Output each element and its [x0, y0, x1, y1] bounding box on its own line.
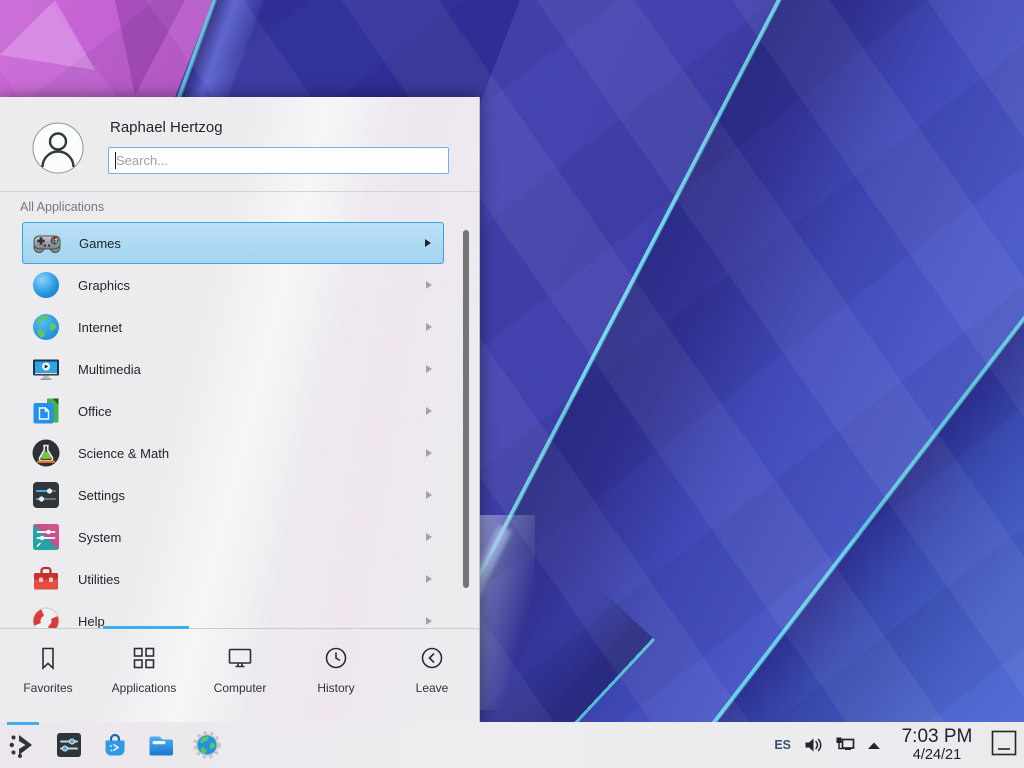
bookmark-icon [34, 644, 62, 672]
category-label: Office [78, 404, 112, 419]
clock[interactable]: 7:03 PM 4/24/21 [897, 727, 977, 763]
tab-label: Applications [112, 681, 177, 695]
office-icon [30, 395, 62, 427]
file-manager-button[interactable] [146, 730, 176, 760]
user-name: Raphael Hertzog [110, 119, 223, 136]
submenu-arrow-icon [426, 365, 432, 373]
submenu-arrow-icon [426, 533, 432, 541]
tab-leave[interactable]: Leave [384, 629, 480, 721]
application-launcher-menu: Raphael Hertzog All Applications [0, 97, 480, 722]
show-desktop-icon [991, 730, 1017, 756]
keyboard-layout-indicator[interactable]: ES [774, 738, 791, 752]
tab-history[interactable]: History [288, 629, 384, 721]
tab-label: Leave [416, 681, 449, 695]
tab-label: Computer [214, 681, 267, 695]
category-row-science-math[interactable]: Science & Math [22, 432, 444, 474]
system-icon [30, 521, 62, 553]
category-row-office[interactable]: Office [22, 390, 444, 432]
taskbar: ES 7:03 PM [0, 722, 1024, 768]
show-desktop-button[interactable] [989, 730, 1017, 761]
leave-icon [418, 644, 446, 672]
category-label: Utilities [78, 572, 120, 587]
list-scrollbar[interactable] [463, 230, 469, 588]
clock-time: 7:03 PM [897, 727, 977, 747]
tab-applications[interactable]: Applications [96, 629, 192, 721]
category-row-utilities[interactable]: Utilities [22, 558, 444, 600]
utilities-icon [30, 563, 62, 595]
graphics-icon [30, 269, 62, 301]
settings-icon [30, 479, 62, 511]
all-applications-label: All Applications [20, 200, 104, 214]
submenu-arrow-icon [425, 239, 431, 247]
tray-expander-button[interactable] [867, 741, 881, 750]
science-icon [30, 437, 62, 469]
tab-favorites[interactable]: Favorites [0, 629, 96, 721]
submenu-arrow-icon [426, 281, 432, 289]
submenu-arrow-icon [426, 575, 432, 583]
system-tray: ES 7:03 PM [774, 722, 1024, 768]
history-clock-icon [322, 644, 350, 672]
category-label: Science & Math [78, 446, 169, 461]
network-button[interactable] [835, 735, 855, 755]
computer-icon [226, 644, 254, 672]
web-browser-button[interactable] [192, 730, 222, 760]
category-row-help[interactable]: Help [22, 600, 444, 628]
category-row-settings[interactable]: Settings [22, 474, 444, 516]
category-label: Help [78, 614, 105, 629]
category-label: Internet [78, 320, 122, 335]
category-row-internet[interactable]: Internet [22, 306, 444, 348]
internet-icon [30, 311, 62, 343]
speaker-icon [803, 735, 823, 755]
tab-computer[interactable]: Computer [192, 629, 288, 721]
desktop: Raphael Hertzog All Applications [0, 0, 1024, 768]
submenu-arrow-icon [426, 617, 432, 625]
text-cursor [115, 152, 116, 169]
help-icon [30, 605, 62, 628]
app-grid-icon [130, 644, 158, 672]
category-label: Multimedia [78, 362, 141, 377]
category-label: Games [79, 236, 121, 251]
volume-button[interactable] [803, 735, 823, 755]
header-separator [0, 191, 479, 192]
category-row-games[interactable]: Games [22, 222, 444, 264]
games-icon [31, 227, 63, 259]
submenu-arrow-icon [426, 491, 432, 499]
clock-date: 4/24/21 [897, 747, 977, 763]
category-row-multimedia[interactable]: Multimedia [22, 348, 444, 390]
category-row-graphics[interactable]: Graphics [22, 264, 444, 306]
globe-gear-icon [192, 730, 222, 760]
category-label: System [78, 530, 121, 545]
discover-bag-icon [100, 730, 130, 760]
tab-label: Favorites [23, 681, 72, 695]
user-avatar[interactable] [32, 122, 84, 174]
wired-network-icon [835, 735, 855, 755]
folder-icon [146, 730, 176, 760]
kickoff-tabbar: Favorites Applications Computer [0, 629, 480, 721]
taskbar-pinned-apps [8, 722, 222, 768]
discover-button[interactable] [100, 730, 130, 760]
search-field [108, 147, 449, 174]
category-label: Settings [78, 488, 125, 503]
search-input[interactable] [108, 147, 449, 174]
system-settings-button[interactable] [54, 730, 84, 760]
category-row-system[interactable]: System [22, 516, 444, 558]
tab-label: History [317, 681, 354, 695]
app-launcher-button[interactable] [8, 730, 38, 760]
submenu-arrow-icon [426, 407, 432, 415]
kde-launcher-icon [8, 730, 38, 760]
submenu-arrow-icon [426, 449, 432, 457]
settings-sliders-icon [54, 730, 84, 760]
multimedia-icon [30, 353, 62, 385]
category-list: Games Graphics [0, 222, 480, 628]
active-tab-indicator [103, 626, 189, 629]
caret-up-icon [867, 741, 881, 750]
submenu-arrow-icon [426, 323, 432, 331]
category-label: Graphics [78, 278, 130, 293]
